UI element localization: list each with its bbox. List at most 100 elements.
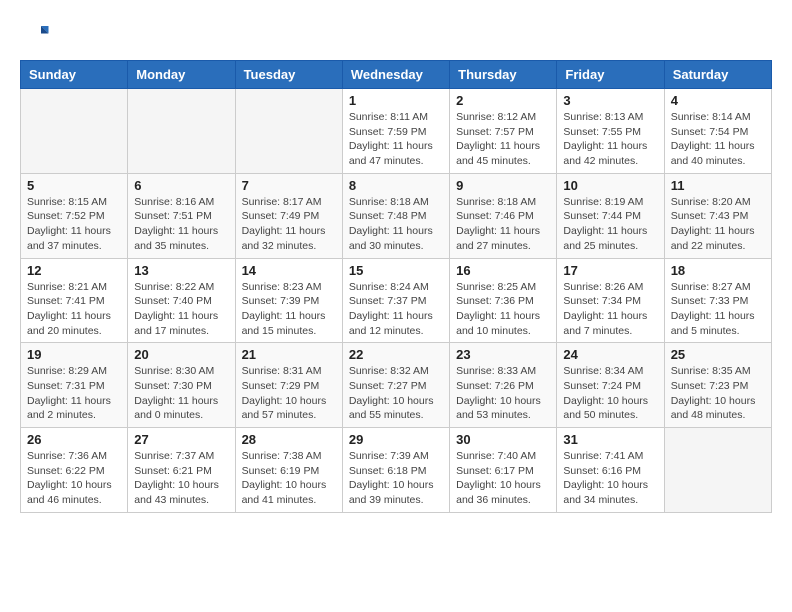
calendar-cell: 25 Sunrise: 8:35 AM Sunset: 7:23 PM Dayli… <box>664 343 771 428</box>
day-info: Sunrise: 7:41 AM Sunset: 6:16 PM Dayligh… <box>563 449 657 508</box>
calendar-cell <box>664 428 771 513</box>
day-info: Sunrise: 8:23 AM Sunset: 7:39 PM Dayligh… <box>242 280 336 339</box>
day-number: 3 <box>563 93 657 108</box>
calendar-cell: 3 Sunrise: 8:13 AM Sunset: 7:55 PM Daylig… <box>557 89 664 174</box>
day-number: 29 <box>349 432 443 447</box>
day-info: Sunrise: 8:20 AM Sunset: 7:43 PM Dayligh… <box>671 195 765 254</box>
day-number: 19 <box>27 347 121 362</box>
calendar-body: 1 Sunrise: 8:11 AM Sunset: 7:59 PM Daylig… <box>21 89 772 513</box>
logo <box>20 20 54 50</box>
day-number: 14 <box>242 263 336 278</box>
day-number: 11 <box>671 178 765 193</box>
day-info: Sunrise: 8:18 AM Sunset: 7:48 PM Dayligh… <box>349 195 443 254</box>
calendar-cell: 15 Sunrise: 8:24 AM Sunset: 7:37 PM Dayli… <box>342 258 449 343</box>
day-number: 13 <box>134 263 228 278</box>
weekday-header-monday: Monday <box>128 61 235 89</box>
week-row-1: 5Sunrise: 8:15 AM Sunset: 7:52 PM Daylig… <box>21 173 772 258</box>
day-info: Sunrise: 8:33 AM Sunset: 7:26 PM Dayligh… <box>456 364 550 423</box>
day-info: Sunrise: 8:14 AM Sunset: 7:54 PM Dayligh… <box>671 110 765 169</box>
calendar-cell: 4 Sunrise: 8:14 AM Sunset: 7:54 PM Daylig… <box>664 89 771 174</box>
week-row-3: 19 Sunrise: 8:29 AM Sunset: 7:31 PM Dayli… <box>21 343 772 428</box>
day-number: 4 <box>671 93 765 108</box>
weekday-header-sunday: Sunday <box>21 61 128 89</box>
day-info: Sunrise: 7:39 AM Sunset: 6:18 PM Dayligh… <box>349 449 443 508</box>
calendar-cell <box>128 89 235 174</box>
day-number: 25 <box>671 347 765 362</box>
day-info: Sunrise: 8:35 AM Sunset: 7:23 PM Dayligh… <box>671 364 765 423</box>
calendar-header: SundayMondayTuesdayWednesdayThursdayFrid… <box>21 61 772 89</box>
day-info: Sunrise: 8:18 AM Sunset: 7:46 PM Dayligh… <box>456 195 550 254</box>
day-info: Sunrise: 8:24 AM Sunset: 7:37 PM Dayligh… <box>349 280 443 339</box>
calendar-cell: 5Sunrise: 8:15 AM Sunset: 7:52 PM Daylig… <box>21 173 128 258</box>
calendar-cell: 24 Sunrise: 8:34 AM Sunset: 7:24 PM Dayli… <box>557 343 664 428</box>
day-number: 22 <box>349 347 443 362</box>
weekday-header-wednesday: Wednesday <box>342 61 449 89</box>
calendar-cell: 13 Sunrise: 8:22 AM Sunset: 7:40 PM Dayli… <box>128 258 235 343</box>
day-number: 1 <box>349 93 443 108</box>
day-info: Sunrise: 8:13 AM Sunset: 7:55 PM Dayligh… <box>563 110 657 169</box>
calendar-cell: 11 Sunrise: 8:20 AM Sunset: 7:43 PM Dayli… <box>664 173 771 258</box>
day-info: Sunrise: 8:29 AM Sunset: 7:31 PM Dayligh… <box>27 364 121 423</box>
calendar-cell: 10Sunrise: 8:19 AM Sunset: 7:44 PM Dayli… <box>557 173 664 258</box>
day-info: Sunrise: 8:27 AM Sunset: 7:33 PM Dayligh… <box>671 280 765 339</box>
calendar-cell: 26 Sunrise: 7:36 AM Sunset: 6:22 PM Dayli… <box>21 428 128 513</box>
week-row-4: 26 Sunrise: 7:36 AM Sunset: 6:22 PM Dayli… <box>21 428 772 513</box>
day-number: 30 <box>456 432 550 447</box>
day-info: Sunrise: 8:21 AM Sunset: 7:41 PM Dayligh… <box>27 280 121 339</box>
calendar-cell: 14 Sunrise: 8:23 AM Sunset: 7:39 PM Dayli… <box>235 258 342 343</box>
calendar-cell: 6 Sunrise: 8:16 AM Sunset: 7:51 PM Daylig… <box>128 173 235 258</box>
day-number: 18 <box>671 263 765 278</box>
day-number: 20 <box>134 347 228 362</box>
weekday-header-thursday: Thursday <box>450 61 557 89</box>
day-info: Sunrise: 7:38 AM Sunset: 6:19 PM Dayligh… <box>242 449 336 508</box>
day-info: Sunrise: 8:25 AM Sunset: 7:36 PM Dayligh… <box>456 280 550 339</box>
calendar-cell: 30 Sunrise: 7:40 AM Sunset: 6:17 PM Dayli… <box>450 428 557 513</box>
day-info: Sunrise: 8:30 AM Sunset: 7:30 PM Dayligh… <box>134 364 228 423</box>
calendar-table: SundayMondayTuesdayWednesdayThursdayFrid… <box>20 60 772 513</box>
day-info: Sunrise: 8:17 AM Sunset: 7:49 PM Dayligh… <box>242 195 336 254</box>
calendar-cell: 2 Sunrise: 8:12 AM Sunset: 7:57 PM Daylig… <box>450 89 557 174</box>
day-number: 7 <box>242 178 336 193</box>
day-info: Sunrise: 7:40 AM Sunset: 6:17 PM Dayligh… <box>456 449 550 508</box>
day-info: Sunrise: 8:12 AM Sunset: 7:57 PM Dayligh… <box>456 110 550 169</box>
day-number: 12 <box>27 263 121 278</box>
week-row-2: 12 Sunrise: 8:21 AM Sunset: 7:41 PM Dayli… <box>21 258 772 343</box>
calendar-cell: 19 Sunrise: 8:29 AM Sunset: 7:31 PM Dayli… <box>21 343 128 428</box>
calendar-cell: 8Sunrise: 8:18 AM Sunset: 7:48 PM Daylig… <box>342 173 449 258</box>
calendar-cell: 16Sunrise: 8:25 AM Sunset: 7:36 PM Dayli… <box>450 258 557 343</box>
day-number: 15 <box>349 263 443 278</box>
day-info: Sunrise: 8:32 AM Sunset: 7:27 PM Dayligh… <box>349 364 443 423</box>
day-number: 6 <box>134 178 228 193</box>
calendar-cell: 20 Sunrise: 8:30 AM Sunset: 7:30 PM Dayli… <box>128 343 235 428</box>
day-info: Sunrise: 8:11 AM Sunset: 7:59 PM Dayligh… <box>349 110 443 169</box>
calendar-cell <box>235 89 342 174</box>
day-number: 5 <box>27 178 121 193</box>
day-info: Sunrise: 7:37 AM Sunset: 6:21 PM Dayligh… <box>134 449 228 508</box>
calendar-cell: 12 Sunrise: 8:21 AM Sunset: 7:41 PM Dayli… <box>21 258 128 343</box>
logo-icon <box>20 20 50 50</box>
day-info: Sunrise: 8:16 AM Sunset: 7:51 PM Dayligh… <box>134 195 228 254</box>
day-number: 23 <box>456 347 550 362</box>
day-info: Sunrise: 8:34 AM Sunset: 7:24 PM Dayligh… <box>563 364 657 423</box>
calendar-cell: 23 Sunrise: 8:33 AM Sunset: 7:26 PM Dayli… <box>450 343 557 428</box>
day-number: 24 <box>563 347 657 362</box>
calendar-cell: 27Sunrise: 7:37 AM Sunset: 6:21 PM Dayli… <box>128 428 235 513</box>
day-number: 17 <box>563 263 657 278</box>
day-info: Sunrise: 8:22 AM Sunset: 7:40 PM Dayligh… <box>134 280 228 339</box>
calendar-cell: 1 Sunrise: 8:11 AM Sunset: 7:59 PM Daylig… <box>342 89 449 174</box>
day-number: 31 <box>563 432 657 447</box>
calendar-cell: 7 Sunrise: 8:17 AM Sunset: 7:49 PM Daylig… <box>235 173 342 258</box>
calendar-cell: 22 Sunrise: 8:32 AM Sunset: 7:27 PM Dayli… <box>342 343 449 428</box>
page-header <box>20 20 772 50</box>
day-number: 26 <box>27 432 121 447</box>
calendar-cell <box>21 89 128 174</box>
calendar-cell: 18 Sunrise: 8:27 AM Sunset: 7:33 PM Dayli… <box>664 258 771 343</box>
day-number: 2 <box>456 93 550 108</box>
calendar-cell: 17 Sunrise: 8:26 AM Sunset: 7:34 PM Dayli… <box>557 258 664 343</box>
day-info: Sunrise: 8:26 AM Sunset: 7:34 PM Dayligh… <box>563 280 657 339</box>
calendar-cell: 28Sunrise: 7:38 AM Sunset: 6:19 PM Dayli… <box>235 428 342 513</box>
weekday-header-saturday: Saturday <box>664 61 771 89</box>
day-info: Sunrise: 8:19 AM Sunset: 7:44 PM Dayligh… <box>563 195 657 254</box>
calendar-cell: 9Sunrise: 8:18 AM Sunset: 7:46 PM Daylig… <box>450 173 557 258</box>
day-info: Sunrise: 7:36 AM Sunset: 6:22 PM Dayligh… <box>27 449 121 508</box>
